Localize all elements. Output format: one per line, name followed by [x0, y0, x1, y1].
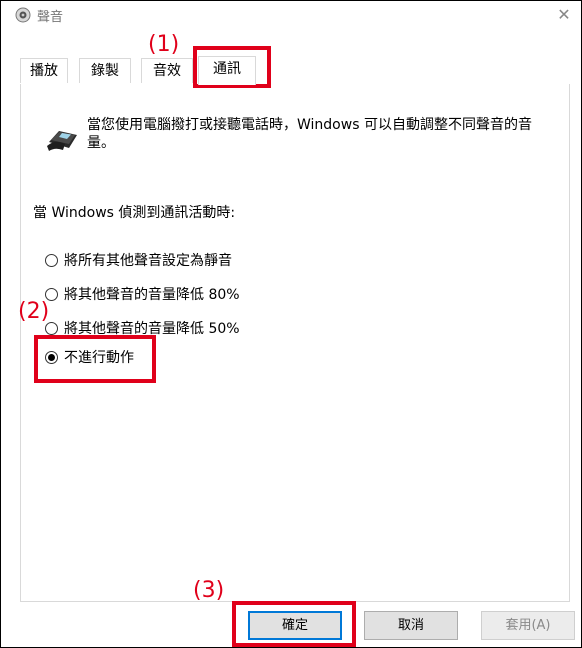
- apply-button[interactable]: 套用(A): [481, 611, 575, 640]
- cancel-button[interactable]: 取消: [364, 611, 458, 640]
- telephone-icon: [47, 131, 77, 151]
- ok-button[interactable]: 確定: [248, 611, 342, 640]
- title-bar: 聲音 ✕: [1, 1, 581, 29]
- communications-panel: 當您使用電腦撥打或接聽電話時，Windows 可以自動調整不同聲音的音量。 當 …: [20, 84, 570, 602]
- communications-description: 當您使用電腦撥打或接聽電話時，Windows 可以自動調整不同聲音的音量。: [87, 117, 532, 151]
- tab-recording[interactable]: 錄製: [79, 58, 131, 83]
- tab-bar: 播放 錄製 音效 通訊: [20, 56, 570, 85]
- annotation-step-1: (1): [148, 32, 180, 57]
- option-label: 將所有其他聲音設定為靜音: [64, 253, 232, 269]
- option-label: 不進行動作: [64, 350, 134, 366]
- detect-activity-label: 當 Windows 偵測到通訊活動時:: [33, 205, 236, 221]
- option-label: 將其他聲音的音量降低 80%: [64, 287, 240, 303]
- radio-mute-all[interactable]: [45, 254, 58, 267]
- close-icon[interactable]: ✕: [553, 4, 575, 26]
- speaker-icon: [15, 7, 31, 23]
- window-title: 聲音: [37, 10, 64, 25]
- option-label: 將其他聲音的音量降低 50%: [64, 321, 240, 337]
- tab-communications[interactable]: 通訊: [198, 56, 256, 85]
- radio-do-nothing[interactable]: [45, 351, 58, 364]
- tab-sounds[interactable]: 音效: [141, 58, 193, 83]
- annotation-step-2: (2): [18, 299, 50, 324]
- tab-playback[interactable]: 播放: [20, 58, 68, 83]
- annotation-step-3: (3): [193, 578, 225, 603]
